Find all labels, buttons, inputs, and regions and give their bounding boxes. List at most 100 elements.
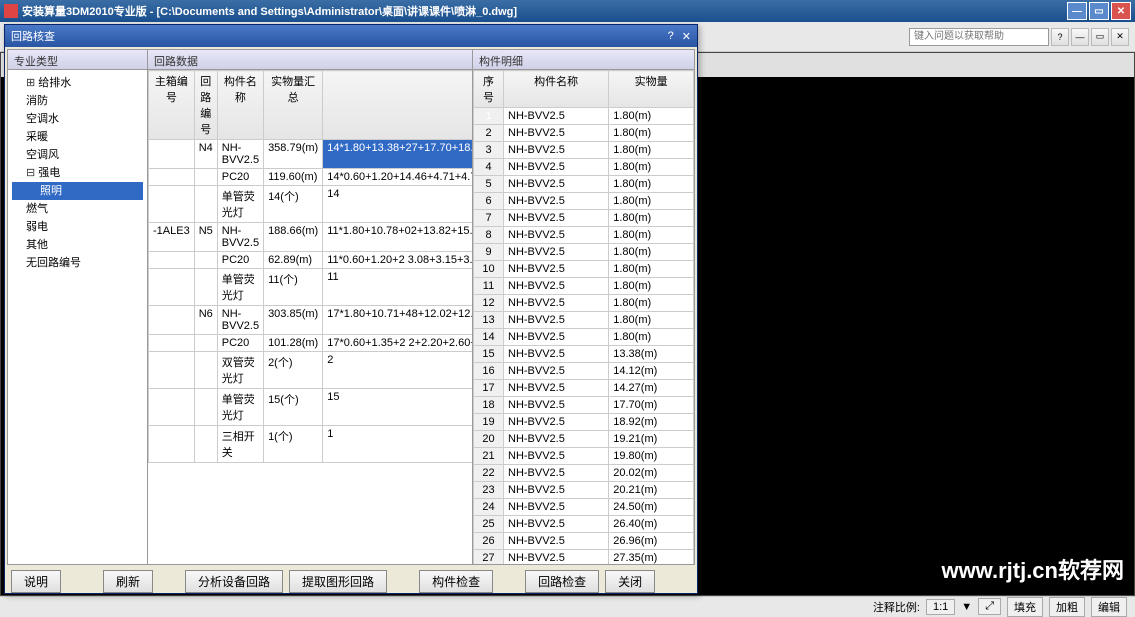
app-icon (4, 4, 18, 18)
table-cell: NH-BVV2.5 (504, 380, 609, 397)
table-row[interactable]: 单管荧光灯14(个)14 (149, 186, 473, 223)
help-icon[interactable]: ? (1051, 28, 1069, 46)
help-search-input[interactable] (909, 28, 1049, 46)
column-header[interactable]: 实物量 (609, 71, 694, 108)
table-row[interactable]: 3NH-BVV2.51.80(m) (474, 142, 694, 159)
table-cell: NH-BVV2.5 (504, 431, 609, 448)
table-row[interactable]: 16NH-BVV2.514.12(m) (474, 363, 694, 380)
table-row[interactable]: 15NH-BVV2.513.38(m) (474, 346, 694, 363)
table-cell: NH-BVV2.5 (217, 223, 263, 252)
component-check-button[interactable]: 构件检查 (419, 570, 493, 593)
loop-check-button[interactable]: 回路检查 (525, 570, 599, 593)
maximize-button[interactable]: ▭ (1089, 2, 1109, 20)
table-row[interactable]: 单管荧光灯15(个)15 (149, 389, 473, 426)
table-cell (149, 352, 195, 389)
table-row[interactable]: 10NH-BVV2.51.80(m) (474, 261, 694, 278)
table-row[interactable]: 7NH-BVV2.51.80(m) (474, 210, 694, 227)
table-cell: 14*0.60+1.20+14.46+4.71+4.76 1+6.40+6.60… (323, 169, 472, 186)
tree-item[interactable]: 其他 (12, 236, 143, 254)
loop-data-header: 回路数据 (148, 50, 472, 70)
column-header[interactable]: 构件名称 (504, 71, 609, 108)
extract-button[interactable]: 提取图形回路 (289, 570, 387, 593)
table-row[interactable]: 22NH-BVV2.520.02(m) (474, 465, 694, 482)
table-row[interactable]: 4NH-BVV2.51.80(m) (474, 159, 694, 176)
dialog-close-footer-button[interactable]: 关闭 (605, 570, 655, 593)
column-header[interactable]: 实物量汇总 (264, 71, 323, 140)
bold-button[interactable]: 加粗 (1049, 597, 1085, 617)
tree-item[interactable]: 强电 (12, 164, 143, 182)
table-row[interactable]: 21NH-BVV2.519.80(m) (474, 448, 694, 465)
dialog-help-button[interactable]: ? (668, 30, 674, 42)
table-row[interactable]: 8NH-BVV2.51.80(m) (474, 227, 694, 244)
column-header[interactable]: 构件名称 (217, 71, 263, 140)
close-button[interactable]: ✕ (1111, 2, 1131, 20)
tree-item[interactable]: 空调水 (12, 110, 143, 128)
table-row[interactable]: N6NH-BVV2.5303.85(m)17*1.80+10.71+48+12.… (149, 306, 473, 335)
table-row[interactable]: PC20119.60(m)14*0.60+1.20+14.46+4.71+4.7… (149, 169, 473, 186)
table-cell: NH-BVV2.5 (504, 193, 609, 210)
row-number: 5 (474, 176, 504, 193)
table-row[interactable]: 6NH-BVV2.51.80(m) (474, 193, 694, 210)
table-row[interactable]: 2NH-BVV2.51.80(m) (474, 125, 694, 142)
ratio-value[interactable]: 1:1 (926, 599, 955, 615)
table-cell: 17*1.80+10.71+48+12.02+12.22.28+15.33+16… (323, 306, 472, 335)
restore-doc-button[interactable]: ▭ (1091, 28, 1109, 46)
table-row[interactable]: 27NH-BVV2.527.35(m) (474, 550, 694, 565)
table-row[interactable]: 5NH-BVV2.51.80(m) (474, 176, 694, 193)
close-doc-button[interactable]: ✕ (1111, 28, 1129, 46)
table-row[interactable]: 12NH-BVV2.51.80(m) (474, 295, 694, 312)
minimize-button[interactable]: — (1067, 2, 1087, 20)
loop-data-scroll[interactable]: 主箱编号回路编号构件名称实物量汇总工程量计 N4NH-BVV2.5358.79(… (148, 70, 472, 564)
tree-item[interactable]: 消防 (12, 92, 143, 110)
table-row[interactable]: 17NH-BVV2.514.27(m) (474, 380, 694, 397)
dialog-close-button[interactable]: ✕ (682, 30, 691, 43)
table-row[interactable]: PC20101.28(m)17*0.60+1.35+2 2+2.20+2.60+… (149, 335, 473, 352)
tree-item[interactable]: 燃气 (12, 200, 143, 218)
table-row[interactable]: 26NH-BVV2.526.96(m) (474, 533, 694, 550)
edit-button[interactable]: 编辑 (1091, 597, 1127, 617)
scale-icon[interactable]: ⤢ (978, 598, 1001, 615)
tree-item[interactable]: 采暖 (12, 128, 143, 146)
table-row[interactable]: 三相开关1(个)1 (149, 426, 473, 463)
tree-item[interactable]: 无回路编号 (12, 254, 143, 272)
table-row[interactable]: 11NH-BVV2.51.80(m) (474, 278, 694, 295)
table-cell: 62.89(m) (264, 252, 323, 269)
table-row[interactable]: 14NH-BVV2.51.80(m) (474, 329, 694, 346)
table-row[interactable]: 13NH-BVV2.51.80(m) (474, 312, 694, 329)
table-row[interactable]: 18NH-BVV2.517.70(m) (474, 397, 694, 414)
dialog-titlebar[interactable]: 回路核查 ? ✕ (5, 25, 697, 47)
fill-button[interactable]: 填充 (1007, 597, 1043, 617)
table-row[interactable]: N4NH-BVV2.5358.79(m)14*1.80+13.38+27+17.… (149, 140, 473, 169)
analyze-button[interactable]: 分析设备回路 (185, 570, 283, 593)
column-header[interactable]: 主箱编号 (149, 71, 195, 140)
table-row[interactable]: PC2062.89(m)11*0.60+1.20+2 3.08+3.15+3.5… (149, 252, 473, 269)
table-cell: 101.28(m) (264, 335, 323, 352)
table-row[interactable]: 单管荧光灯11(个)11 (149, 269, 473, 306)
component-detail-scroll[interactable]: 序号构件名称实物量 1NH-BVV2.51.80(m)2NH-BVV2.51.8… (473, 70, 694, 564)
table-row[interactable]: 20NH-BVV2.519.21(m) (474, 431, 694, 448)
table-row[interactable]: -1ALE3N5NH-BVV2.5188.66(m)11*1.80+10.78+… (149, 223, 473, 252)
row-number: 10 (474, 261, 504, 278)
table-row[interactable]: 24NH-BVV2.524.50(m) (474, 499, 694, 516)
tree-item[interactable]: 照明 (12, 182, 143, 200)
table-cell: 双管荧光灯 (217, 352, 263, 389)
column-header[interactable]: 回路编号 (194, 71, 217, 140)
table-row[interactable]: 23NH-BVV2.520.21(m) (474, 482, 694, 499)
tree-item[interactable]: 空调风 (12, 146, 143, 164)
tree-item[interactable]: 给排水 (12, 74, 143, 92)
column-header[interactable]: 工程量计 (323, 71, 472, 140)
refresh-button[interactable]: 刷新 (103, 570, 153, 593)
table-cell: NH-BVV2.5 (504, 312, 609, 329)
table-row[interactable]: 双管荧光灯2(个)2 (149, 352, 473, 389)
table-row[interactable]: 19NH-BVV2.518.92(m) (474, 414, 694, 431)
table-cell: NH-BVV2.5 (504, 295, 609, 312)
tree-item[interactable]: 弱电 (12, 218, 143, 236)
specialty-tree[interactable]: 给排水消防空调水采暖空调风强电照明燃气弱电其他无回路编号 (8, 70, 147, 276)
minimize-doc-button[interactable]: — (1071, 28, 1089, 46)
explain-button[interactable]: 说明 (11, 570, 61, 593)
table-row[interactable]: 1NH-BVV2.51.80(m) (474, 108, 694, 125)
table-row[interactable]: 25NH-BVV2.526.40(m) (474, 516, 694, 533)
column-header[interactable]: 序号 (474, 71, 504, 108)
table-row[interactable]: 9NH-BVV2.51.80(m) (474, 244, 694, 261)
table-cell: 14.12(m) (609, 363, 694, 380)
